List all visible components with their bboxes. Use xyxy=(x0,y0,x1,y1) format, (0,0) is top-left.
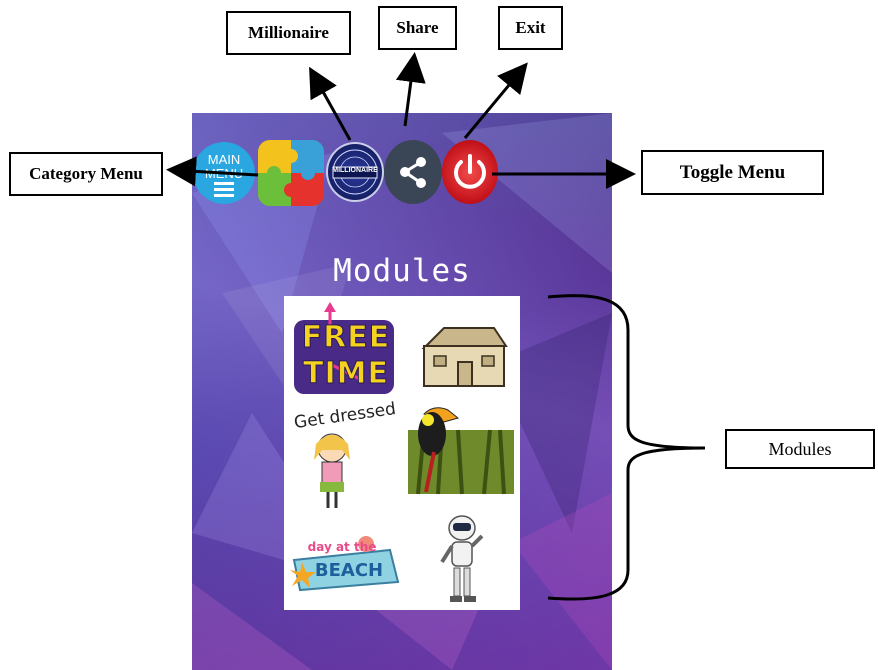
toggle-menu-label: Toggle Menu xyxy=(641,150,824,195)
power-button[interactable] xyxy=(442,140,498,204)
exit-label: Exit xyxy=(498,6,563,50)
beach-text-2: BEACH xyxy=(314,560,384,581)
robot-icon xyxy=(440,515,484,602)
modules-grid: FREE TIME Get dressed day at the BEACH xyxy=(284,296,520,610)
module-free-time[interactable]: FREE TIME xyxy=(292,302,402,398)
power-icon xyxy=(454,154,486,189)
millionaire-logo-text: MILLIONAIRE xyxy=(332,167,378,174)
menu-icon xyxy=(214,182,234,197)
module-house[interactable] xyxy=(414,316,514,396)
share-icon xyxy=(400,157,426,188)
beach-text-1: day at the xyxy=(307,540,377,554)
main-menu-button[interactable]: MAIN MENU xyxy=(193,142,255,204)
toucan-icon xyxy=(408,407,514,495)
modules-label: Modules xyxy=(725,429,875,469)
puzzle-button[interactable] xyxy=(258,140,324,206)
module-robot[interactable] xyxy=(434,514,494,606)
module-day-at-the-beach[interactable]: day at the BEACH xyxy=(286,534,402,594)
main-menu-line1: MAIN xyxy=(207,152,241,167)
module-get-dressed[interactable]: Get dressed xyxy=(284,399,404,514)
puzzle-icon xyxy=(258,140,324,206)
module-toucan[interactable] xyxy=(404,400,518,504)
free-time-text-2: TIME xyxy=(303,356,389,392)
house-icon xyxy=(421,327,508,387)
free-time-text-1: FREE xyxy=(301,320,391,356)
share-button[interactable] xyxy=(384,140,442,204)
share-label: Share xyxy=(378,6,457,50)
millionaire-label: Millionaire xyxy=(226,11,351,55)
millionaire-button[interactable]: MILLIONAIRE xyxy=(326,142,384,202)
category-menu-label: Category Menu xyxy=(9,152,163,196)
page-title: Modules xyxy=(333,253,471,289)
main-menu-line2: MENU xyxy=(204,166,244,181)
